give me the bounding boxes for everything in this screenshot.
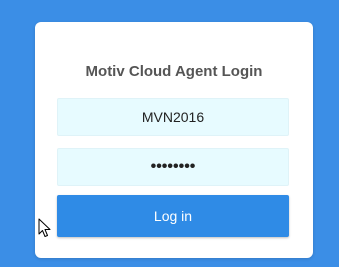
password-input[interactable]: •••••••• [57, 148, 289, 186]
login-button[interactable]: Log in [57, 195, 289, 237]
mouse-pointer-icon [38, 218, 51, 237]
username-input[interactable] [57, 98, 289, 136]
login-title: Motiv Cloud Agent Login [85, 63, 263, 80]
login-card: Motiv Cloud Agent Login •••••••• Log in [35, 22, 313, 258]
